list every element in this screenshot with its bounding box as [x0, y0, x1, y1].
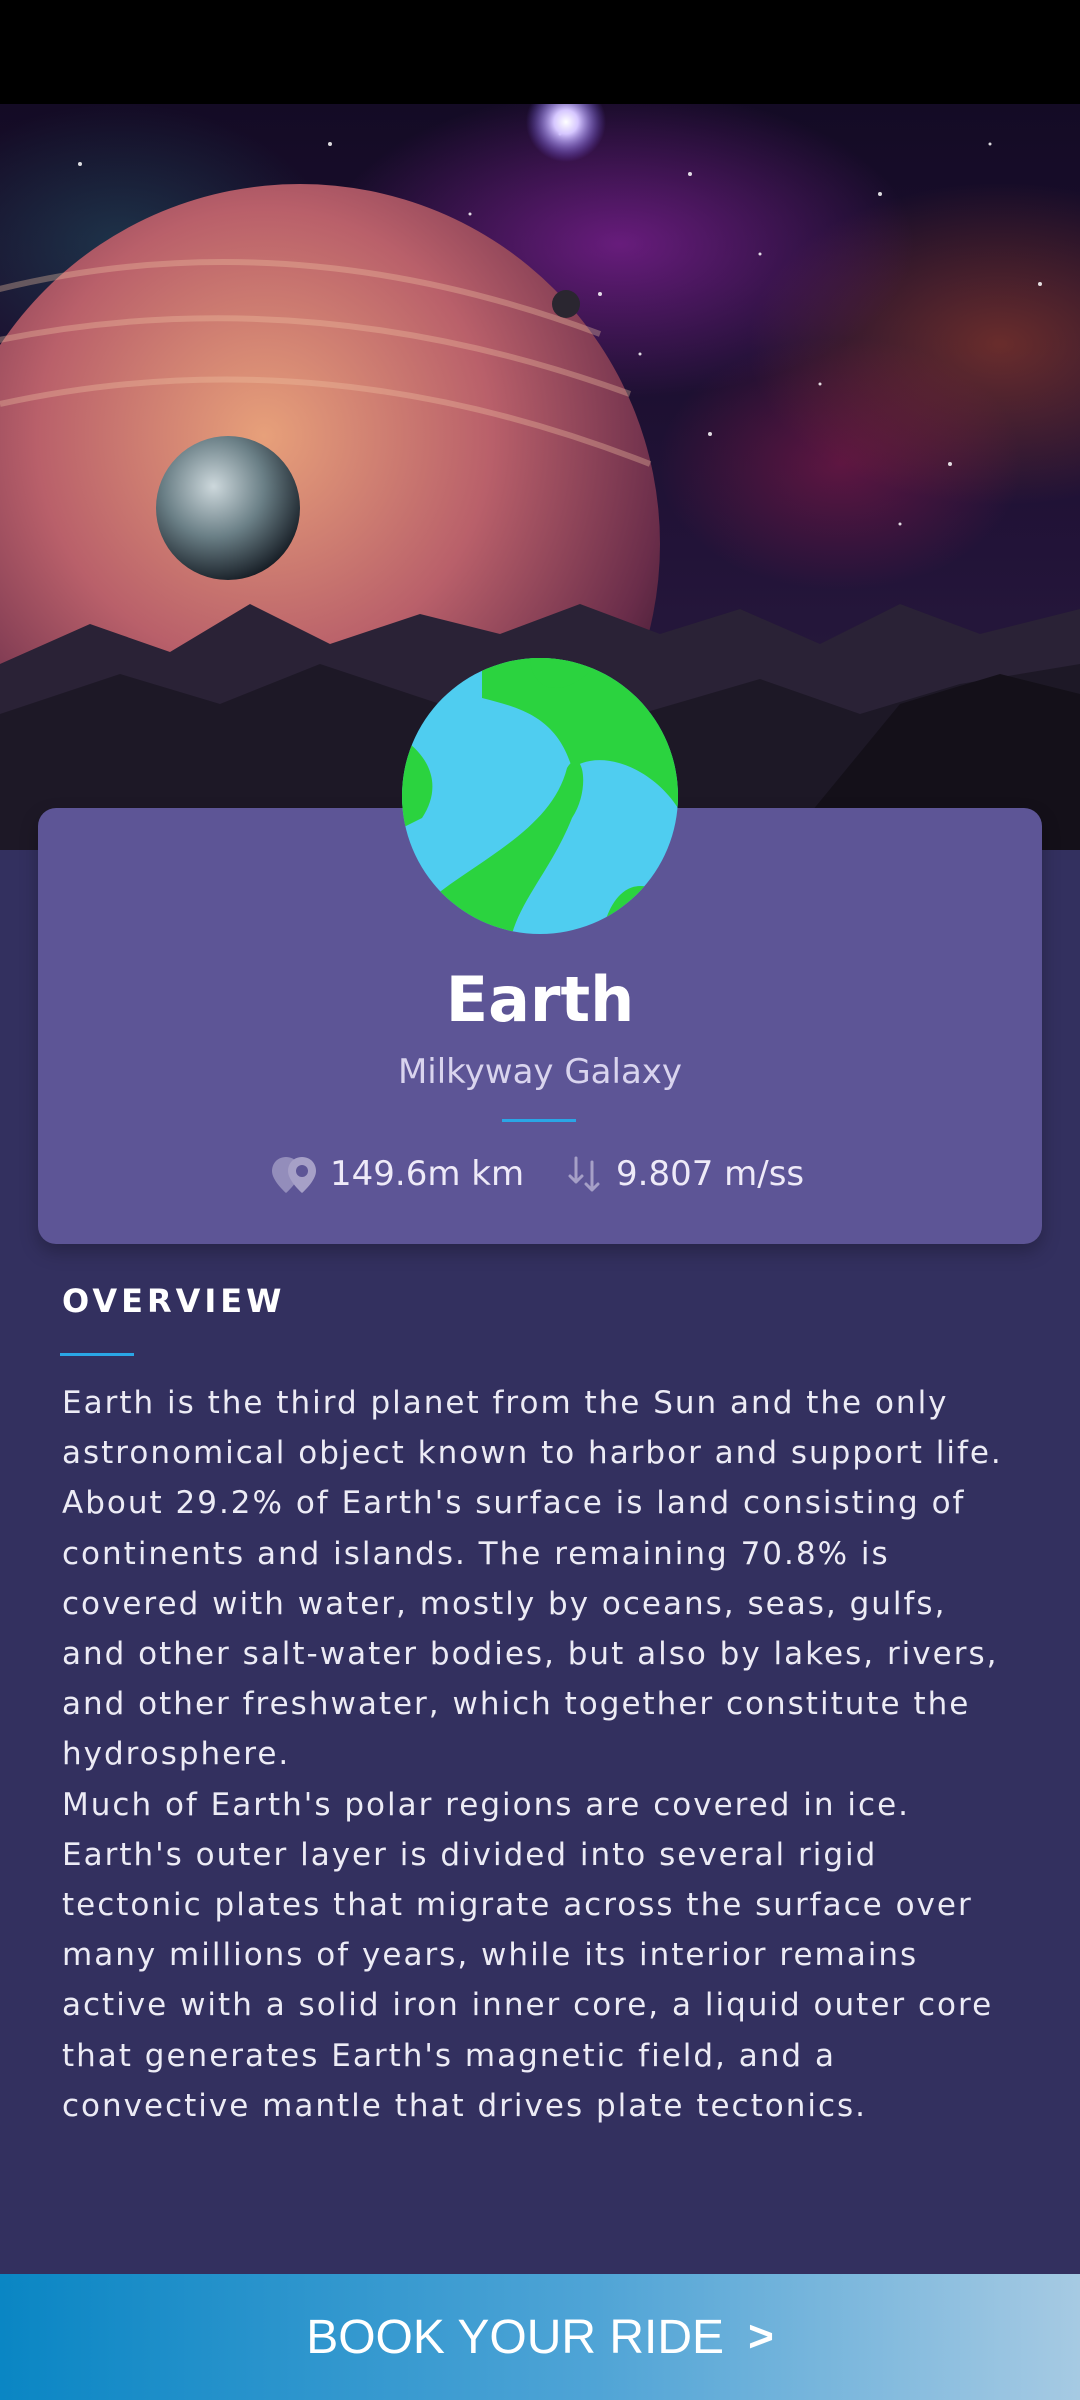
overview-divider [60, 1353, 134, 1356]
distance-stat: 149.6m km [270, 1146, 524, 1202]
location-pin-icon [272, 1157, 316, 1193]
card-divider [502, 1119, 576, 1122]
distance-value: 149.6m km [330, 1154, 525, 1194]
overview-description: Earth is the third planet from the Sun a… [62, 1385, 1003, 2124]
book-your-ride-button[interactable]: BOOK YOUR RIDE > [0, 2274, 1080, 2400]
chevron-right-icon: > [748, 2312, 774, 2361]
earth-globe-icon [402, 658, 678, 934]
book-your-ride-label: BOOK YOUR RIDE [306, 2310, 725, 2364]
status-bar [0, 0, 1080, 104]
planet-name: Earth [445, 963, 635, 1036]
gravity-down-arrows-icon [568, 1156, 600, 1192]
galaxy-name: Milkyway Galaxy [397, 1052, 683, 1092]
overview-heading: OVERVIEW [62, 1282, 286, 1320]
gravity-stat: 9.807 m/ss [566, 1146, 804, 1202]
gravity-value: 9.807 m/ss [616, 1154, 805, 1194]
